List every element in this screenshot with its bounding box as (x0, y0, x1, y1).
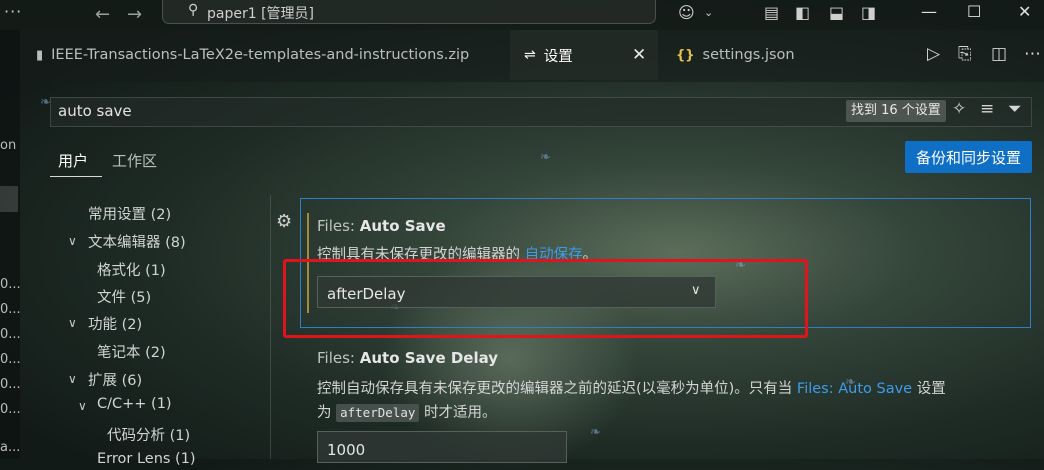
red-highlight-annotation (283, 259, 808, 338)
side-panel-fragment: 0... (0, 327, 21, 342)
tab-label: IEEE-Transactions-LaTeX2e-templates-and-… (51, 47, 470, 63)
files-auto-save-link[interactable]: Files: Auto Save (797, 381, 912, 397)
toc-item[interactable]: 扩展 (6) (88, 369, 142, 390)
chevron-down-icon[interactable]: ∨ (68, 316, 77, 330)
side-panel-fragment: a... (0, 440, 21, 455)
more-menu-icon[interactable]: ··· (4, 2, 22, 21)
more-actions-icon[interactable]: ⋯ (1024, 44, 1041, 64)
close-window-icon[interactable]: ✕ (1018, 2, 1031, 21)
search-value[interactable]: auto save (58, 102, 132, 120)
split-editor-icon[interactable]: ◫ (991, 44, 1007, 64)
toggle-secondary-sidebar-icon[interactable]: ◨ (861, 3, 876, 22)
run-icon[interactable]: ▷ (927, 44, 940, 64)
setting-description-line2: 为 afterDelay 时才适用。 (317, 401, 496, 422)
minimize-icon[interactable]: — (921, 2, 937, 21)
desc-text: 设置 (912, 381, 946, 397)
chevron-down-icon[interactable]: ⌄ (704, 6, 713, 19)
search-icon: ⚲ (188, 2, 199, 18)
setting-category: Files: (317, 349, 360, 367)
toc-divider[interactable] (270, 195, 271, 459)
desc-text: 时才适用。 (419, 405, 497, 421)
side-panel-fragment: 0... (0, 402, 21, 417)
side-panel-fragment: 0... (0, 377, 21, 392)
tab-zip-file[interactable]: ▮ IEEE-Transactions-LaTeX2e-templates-an… (20, 30, 510, 80)
arrow-right-icon[interactable]: → (127, 4, 142, 25)
chevron-down-icon[interactable]: ∨ (68, 372, 77, 386)
json-braces-icon: {} (676, 47, 695, 63)
toc-item[interactable]: 格式化 (1) (97, 259, 166, 280)
side-panel-selected-item[interactable] (0, 186, 18, 212)
side-panel-fragment: 0... (0, 277, 21, 292)
tab-settings-json[interactable]: {} settings.json (660, 30, 840, 80)
arrow-left-icon[interactable]: ← (95, 4, 110, 25)
setting-name: Auto Save Delay (359, 349, 499, 367)
backup-sync-button[interactable]: 备份和同步设置 (905, 141, 1032, 173)
desc-text: 为 (317, 405, 337, 421)
setting-description: 控制自动保存具有未保存更改的编辑器之前的延迟(以毫秒为单位)。只有当 Files… (317, 377, 946, 398)
close-tab-icon[interactable]: ✕ (632, 45, 646, 65)
search-result-count: 找到 16 个设置 (846, 100, 946, 122)
tab-label: 设置 (543, 48, 573, 65)
chevron-down-icon[interactable]: ∨ (68, 234, 77, 248)
toc-item[interactable]: 笔记本 (2) (97, 341, 166, 362)
tab-user-settings[interactable]: 用户 (58, 150, 88, 171)
sparkle-icon[interactable]: ✧ (952, 99, 966, 119)
open-settings-json-icon[interactable]: ⎘ (958, 44, 972, 64)
file-zip-icon: ▮ (36, 47, 44, 63)
toc-item[interactable]: 文件 (5) (97, 286, 151, 307)
desc-text: 控制自动保存具有未保存更改的编辑器之前的延迟(以毫秒为单位)。只有当 (317, 381, 797, 397)
layout-customize-icon[interactable]: ▤ (764, 3, 779, 22)
chevron-down-icon[interactable]: ∨ (78, 399, 87, 413)
copilot-icon[interactable]: ☺ (678, 3, 695, 22)
toc-item[interactable]: Error Lens (1) (97, 451, 196, 467)
butterfly-decoration-icon: ❧ (590, 425, 601, 440)
command-center-title[interactable]: paper1 [管理员] (207, 3, 314, 23)
toc-item[interactable]: 常用设置 (2) (88, 203, 171, 224)
active-scope-indicator (50, 176, 102, 177)
toggle-sidebar-icon[interactable]: ◧ (795, 3, 810, 22)
toc-item[interactable]: 代码分析 (1) (107, 424, 190, 445)
filter-icon[interactable]: ⏷ (1008, 99, 1022, 119)
setting-title-auto-save: Files: Auto Save (317, 217, 446, 235)
tab-label: settings.json (702, 47, 795, 63)
side-panel-edge (0, 30, 20, 459)
inline-code: afterDelay (336, 404, 420, 422)
side-panel-fragment: 0... (0, 352, 21, 367)
toc-item[interactable]: C/C++ (1) (97, 396, 172, 412)
clear-filter-icon[interactable]: ≡ (980, 99, 994, 119)
settings-sliders-icon: ⇌ (524, 47, 536, 63)
setting-category: Files: (317, 217, 360, 235)
butterfly-decoration-icon: ❧ (540, 150, 551, 165)
gear-icon[interactable]: ⚙ (276, 211, 292, 232)
tab-workspace-settings[interactable]: 工作区 (112, 150, 157, 171)
side-panel-fragment: 0... (0, 302, 21, 317)
toggle-panel-icon[interactable]: ⬓ (829, 3, 844, 22)
setting-name: Auto Save (359, 217, 446, 235)
toc-item[interactable]: 功能 (2) (88, 313, 142, 334)
auto-save-delay-input[interactable]: 1000 (317, 431, 567, 463)
toc-item[interactable]: 文本编辑器 (8) (88, 231, 186, 252)
setting-title-auto-save-delay: Files: Auto Save Delay (317, 349, 498, 367)
maximize-icon[interactable]: ☐ (967, 2, 981, 21)
side-panel-fragment: on (0, 138, 17, 153)
